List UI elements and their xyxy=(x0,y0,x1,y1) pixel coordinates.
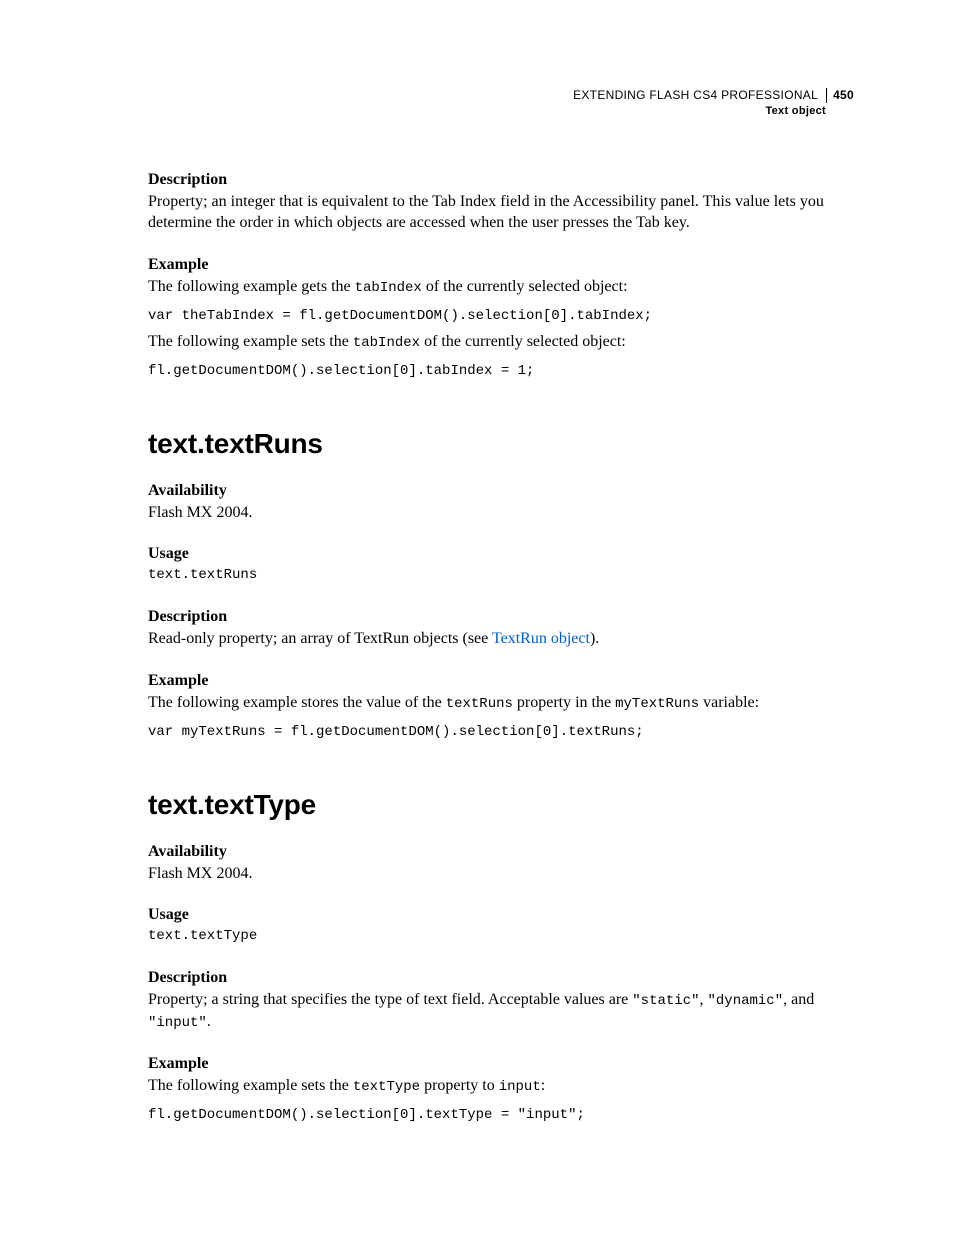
code-block: fl.getDocumentDOM().selection[0].textTyp… xyxy=(148,1105,854,1126)
inline-code: textType xyxy=(353,1079,420,1095)
text-run: of the currently selected object: xyxy=(420,333,626,350)
text-run: The following example sets the xyxy=(148,1077,353,1094)
description-text: Property; an integer that is equivalent … xyxy=(148,191,854,234)
example-intro: The following example stores the value o… xyxy=(148,692,854,714)
textrun-object-link[interactable]: TextRun object xyxy=(492,630,590,647)
example-intro-1: The following example gets the tabIndex … xyxy=(148,276,854,298)
code-block: fl.getDocumentDOM().selection[0].tabInde… xyxy=(148,361,854,382)
usage-code: text.textType xyxy=(148,926,854,947)
text-run: The following example gets the xyxy=(148,278,355,295)
running-title: EXTENDING FLASH CS4 PROFESSIONAL xyxy=(573,88,827,103)
inline-code: myTextRuns xyxy=(615,696,699,712)
section-name: Text object xyxy=(148,105,854,119)
description-text: Read-only property; an array of TextRun … xyxy=(148,628,854,650)
inline-code: tabIndex xyxy=(355,280,422,296)
running-header: EXTENDING FLASH CS4 PROFESSIONAL450 Text… xyxy=(148,88,854,119)
availability-text: Flash MX 2004. xyxy=(148,863,854,885)
usage-label: Usage xyxy=(148,545,854,563)
example-label: Example xyxy=(148,672,854,690)
text-run: property in the xyxy=(513,694,615,711)
text-run: property to xyxy=(420,1077,499,1094)
example-label: Example xyxy=(148,1055,854,1073)
text-run: : xyxy=(541,1077,545,1094)
page-content: EXTENDING FLASH CS4 PROFESSIONAL450 Text… xyxy=(0,0,954,1190)
text-run: variable: xyxy=(699,694,759,711)
description-text: Property; a string that specifies the ty… xyxy=(148,989,854,1033)
inline-code: textRuns xyxy=(446,696,513,712)
inline-code: input xyxy=(499,1079,541,1095)
api-heading-texttype: text.textType xyxy=(148,789,854,821)
inline-code: tabIndex xyxy=(353,335,420,351)
inline-code: "input" xyxy=(148,1015,207,1031)
example-intro-2: The following example sets the tabIndex … xyxy=(148,331,854,353)
text-run: of the currently selected object: xyxy=(422,278,628,295)
text-run: Property; a string that specifies the ty… xyxy=(148,991,632,1008)
description-label: Description xyxy=(148,171,854,189)
availability-label: Availability xyxy=(148,843,854,861)
description-label: Description xyxy=(148,969,854,987)
inline-code: "dynamic" xyxy=(708,993,784,1009)
code-block: var theTabIndex = fl.getDocumentDOM().se… xyxy=(148,306,854,327)
text-run: , xyxy=(700,991,708,1008)
inline-code: "static" xyxy=(632,993,699,1009)
text-run: The following example sets the xyxy=(148,333,353,350)
page-number: 450 xyxy=(827,88,854,102)
text-run: . xyxy=(207,1013,211,1030)
example-intro: The following example sets the textType … xyxy=(148,1075,854,1097)
text-run: Read-only property; an array of TextRun … xyxy=(148,630,492,647)
text-run: The following example stores the value o… xyxy=(148,694,446,711)
text-run: ). xyxy=(590,630,599,647)
code-block: var myTextRuns = fl.getDocumentDOM().sel… xyxy=(148,722,854,743)
availability-label: Availability xyxy=(148,482,854,500)
usage-label: Usage xyxy=(148,906,854,924)
availability-text: Flash MX 2004. xyxy=(148,502,854,524)
api-heading-textruns: text.textRuns xyxy=(148,428,854,460)
usage-code: text.textRuns xyxy=(148,565,854,586)
description-label: Description xyxy=(148,608,854,626)
text-run: , and xyxy=(783,991,814,1008)
example-label: Example xyxy=(148,256,854,274)
